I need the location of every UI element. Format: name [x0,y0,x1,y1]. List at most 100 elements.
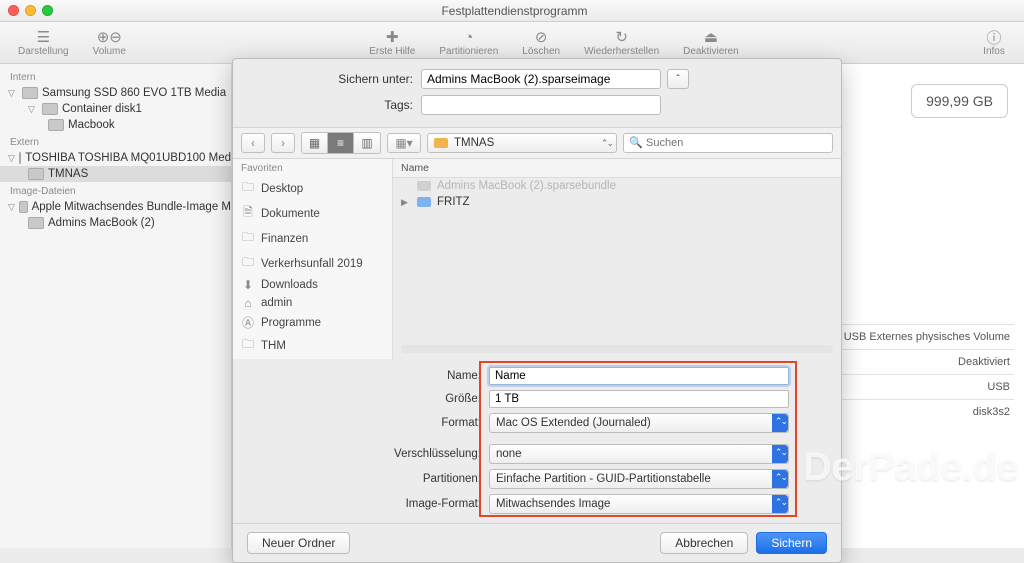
restore-icon: ↻ [610,28,634,46]
sidebar-item-tmnas[interactable]: TMNAS [0,166,231,182]
favorites-header: Favoriten [233,159,392,176]
sidebar-icon: ☰ [31,28,55,46]
tags-label: Tags: [249,98,421,112]
encryption-select[interactable]: none [489,444,789,464]
disk-icon [22,87,38,99]
window-controls [8,5,53,16]
disk-icon [19,152,21,164]
sidebar-item-admins-macbook[interactable]: Admins MacBook (2) [0,215,231,231]
sidebar-item-apple-image[interactable]: ▽Apple Mitwachsendes Bundle-Image M [0,199,231,215]
toolbar-firstaid[interactable]: ✚Erste Hilfe [361,26,423,59]
imageformat-select[interactable]: Mitwachsendes Image [489,494,789,514]
back-button[interactable]: ‹ [241,133,265,153]
browser-toolbar: ‹ › ▦ ≡ ▥ ▦▾ TMNAS [233,127,841,159]
toolbar-volume[interactable]: ⊕⊖Volume [85,26,134,59]
firstaid-icon: ✚ [380,28,404,46]
favorites-sidebar: Favoriten 🗀Desktop 🗎Dokumente 🗀Finanzen … [233,159,393,359]
imageformat-label: Image-Format: [249,498,489,510]
view-switcher: ▦ ≡ ▥ [301,132,381,154]
file-row-sparsebundle: Admins MacBook (2).sparsebundle [393,178,841,194]
info-device: disk3s2 [824,399,1014,424]
partition-icon: ◔ [457,28,481,46]
format-select[interactable]: Mac OS Extended (Journaled) [489,413,789,433]
file-row-fritz[interactable]: ▶FRITZ [393,194,841,210]
expand-button[interactable]: ˆ [667,69,689,89]
bundle-icon [417,181,431,191]
disclosure-icon[interactable]: ▶ [401,197,411,208]
info-status: Deaktiviert [824,349,1014,374]
format-label: Format: [249,417,489,429]
toolbar-partition[interactable]: ◔Partitionieren [431,26,506,59]
disk-icon [42,103,58,115]
fav-thm[interactable]: 🗀THM [233,333,392,358]
image-options-form: Name: Größe: Format:Mac OS Extended (Jou… [233,359,841,523]
sidebar-item-container[interactable]: ▽Container disk1 [0,101,231,117]
disclosure-icon[interactable]: ▽ [8,88,18,99]
disclosure-icon[interactable]: ▽ [8,202,15,213]
toolbar-deactivate[interactable]: ⏏Deaktivieren [675,26,747,59]
toolbar-darstellung[interactable]: ☰Darstellung [10,26,77,59]
save-as-label: Sichern unter: [249,72,421,86]
tags-input[interactable] [421,95,661,115]
save-as-input[interactable] [421,69,661,89]
toolbar-erase[interactable]: ⊘Löschen [514,26,568,59]
disk-icon [19,201,28,213]
icon-view[interactable]: ▦ [302,133,328,153]
toolbar-restore[interactable]: ↻Wiederherstellen [576,26,667,59]
fav-finanzen[interactable]: 🗀Finanzen [233,226,392,251]
search-input[interactable] [623,133,833,153]
fav-verkehrsunfall[interactable]: 🗀Verkerhsunfall 2019 [233,251,392,276]
forward-button[interactable]: › [271,133,295,153]
info-bus: USB [824,374,1014,399]
disclosure-icon[interactable]: ▽ [8,153,15,164]
eject-icon: ⏏ [699,28,723,46]
column-name[interactable]: Name [393,159,841,178]
encryption-label: Verschlüsselung: [249,448,489,460]
disk-icon [48,119,64,131]
scrollbar[interactable] [401,345,833,353]
partitions-select[interactable]: Einfache Partition - GUID-Partitionstabe… [489,469,789,489]
search-field [623,133,833,153]
minimize-icon[interactable] [25,5,36,16]
folder-icon: 🗀 [241,335,255,356]
device-sidebar: Intern ▽Samsung SSD 860 EVO 1TB Media ▽C… [0,64,232,548]
sidebar-item-macbook[interactable]: Macbook [0,117,231,133]
folder-icon: 🗀 [241,228,255,249]
name-input[interactable] [489,367,789,385]
size-input[interactable] [489,390,789,408]
save-button[interactable]: Sichern [756,532,827,554]
fav-programme[interactable]: ⒶProgramme [233,312,392,333]
size-label: Größe: [249,393,489,405]
folder-icon: 🗀 [241,253,255,274]
new-folder-button[interactable]: Neuer Ordner [247,532,350,554]
download-icon: ⬇ [241,278,255,292]
cancel-button[interactable]: Abbrechen [660,532,748,554]
list-view[interactable]: ≡ [328,133,354,153]
save-dialog: Sichern unter: ˆ Tags: ‹ › ▦ ≡ ▥ ▦▾ TMNA… [232,58,842,563]
folder-icon [417,197,431,207]
name-label: Name: [249,370,489,382]
fav-admin[interactable]: ⌂admin [233,294,392,312]
sidebar-header-images: Image-Dateien [0,182,231,199]
volume-icon [434,138,448,148]
capacity-badge: 999,99 GB [911,84,1008,118]
window-title: Festplattendienstprogramm [53,4,976,18]
info-icon: ⓘ [982,28,1006,46]
fav-desktop[interactable]: 🗀Desktop [233,176,392,201]
sidebar-header-intern: Intern [0,68,231,85]
sidebar-header-extern: Extern [0,133,231,150]
group-button[interactable]: ▦▾ [387,133,421,153]
disclosure-icon[interactable]: ▽ [28,104,38,115]
column-view[interactable]: ▥ [354,133,380,153]
toolbar-info[interactable]: ⓘInfos [974,26,1014,59]
zoom-icon[interactable] [42,5,53,16]
volume-icon: ⊕⊖ [97,28,121,46]
fav-downloads[interactable]: ⬇Downloads [233,276,392,294]
close-icon[interactable] [8,5,19,16]
dialog-footer: Neuer Ordner Abbrechen Sichern [233,523,841,562]
sidebar-item-samsung[interactable]: ▽Samsung SSD 860 EVO 1TB Media [0,85,231,101]
sidebar-item-toshiba[interactable]: ▽TOSHIBA TOSHIBA MQ01UBD100 Med [0,150,231,166]
volume-info: USB Externes physisches Volume Deaktivie… [824,324,1014,424]
location-popup[interactable]: TMNAS [427,133,617,153]
fav-documents[interactable]: 🗎Dokumente [233,201,392,226]
